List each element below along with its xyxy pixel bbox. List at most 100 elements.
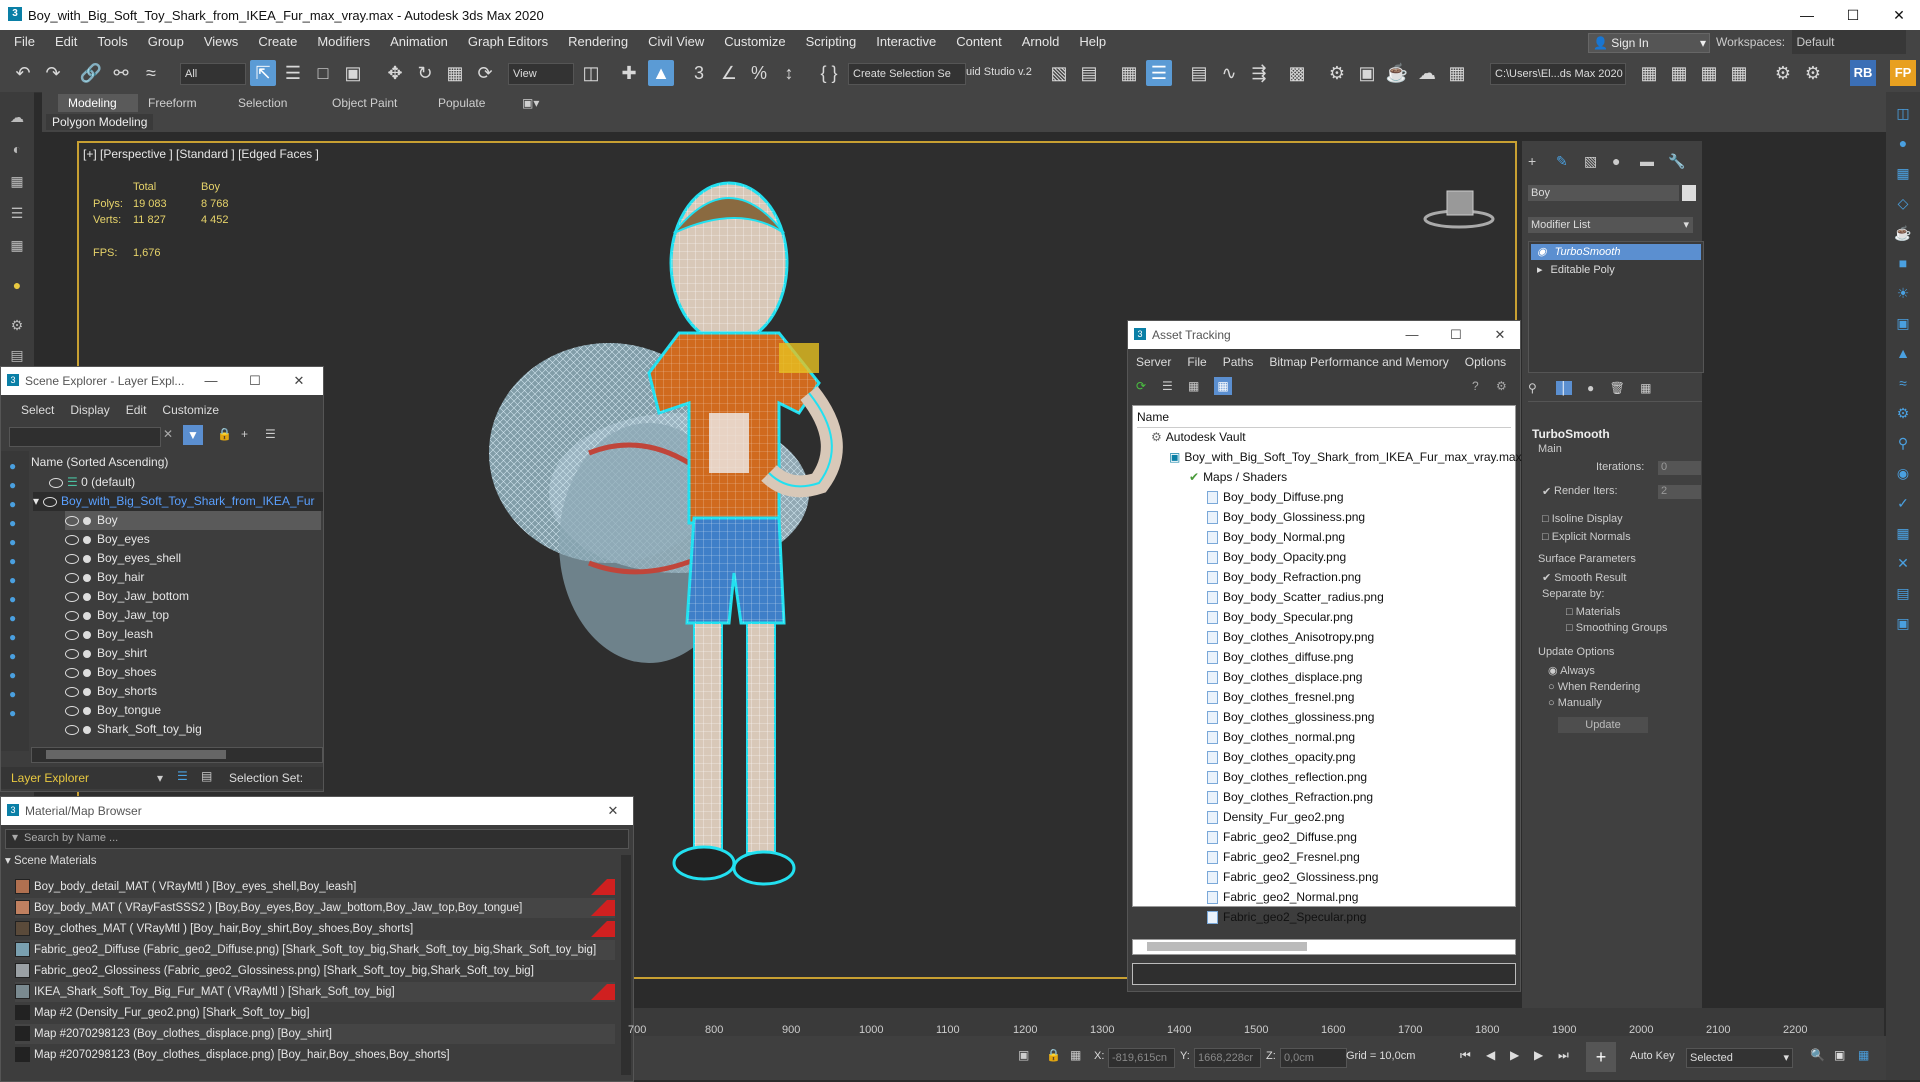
scrollbar-thumb[interactable] — [1147, 942, 1307, 951]
selection-filter-dropdown[interactable]: All — [180, 63, 246, 85]
minimize-icon[interactable]: — — [1400, 325, 1424, 345]
max-file-row[interactable]: ▣ Boy_with_Big_Soft_Toy_Shark_from_IKEA_F… — [1169, 448, 1522, 467]
map-file-row[interactable]: Boy_clothes_reflection.png — [1207, 768, 1367, 787]
update-button[interactable]: Update — [1558, 717, 1648, 733]
material-icon[interactable]: ◉ — [1892, 462, 1914, 484]
map-file-row[interactable]: Density_Fur_geo2.png — [1207, 808, 1344, 827]
spacewarp-icon[interactable]: ≈ — [1892, 372, 1914, 394]
menu-item-edit[interactable]: Edit — [45, 30, 87, 54]
layer-stack-icon[interactable]: ☰ — [265, 427, 276, 441]
map-file-row[interactable]: Boy_body_Scatter_radius.png — [1207, 588, 1384, 607]
scene-item[interactable]: Boy_shorts — [65, 682, 321, 701]
tab-selection[interactable]: Selection — [228, 94, 297, 112]
modifier-icon[interactable]: ✓ — [1892, 492, 1914, 514]
map-file-row[interactable]: Boy_body_Normal.png — [1207, 528, 1345, 547]
tab-populate[interactable]: Populate — [428, 94, 495, 112]
scene-item[interactable]: Boy_Jaw_top — [65, 606, 321, 625]
smooth-result-checkbox[interactable]: ✔ — [1542, 572, 1551, 584]
render-dot-icon[interactable] — [83, 630, 91, 639]
y-coordinate-field[interactable]: 1668,228cr — [1194, 1048, 1261, 1068]
render-production-icon[interactable]: ☕ — [1384, 60, 1410, 86]
eye-icon[interactable] — [65, 705, 79, 716]
map-file-row[interactable]: Boy_body_Diffuse.png — [1207, 488, 1344, 507]
zoom-icon[interactable]: 🔍 — [1810, 1048, 1825, 1062]
go-to-end-icon[interactable]: ⏭ — [1558, 1048, 1569, 1063]
settings-icon[interactable]: ⚙ — [1496, 379, 1507, 393]
keyboard-shortcut-override-icon[interactable]: ▲ — [648, 60, 674, 86]
zoom-extents-icon[interactable]: ▦ — [1858, 1048, 1869, 1062]
hierarchy-tab-icon[interactable]: ▧ — [1584, 153, 1597, 170]
collapse-arrow-icon[interactable]: ▾ — [5, 855, 11, 867]
selection-set-icon[interactable]: ▤ — [201, 769, 212, 783]
z-coordinate-field[interactable]: 0,0cm — [1280, 1048, 1347, 1068]
tab-freeform[interactable]: Freeform — [138, 94, 207, 112]
material-item[interactable]: Fabric_geo2_Diffuse (Fabric_geo2_Diffuse… — [15, 940, 615, 960]
material-item[interactable]: Map #2070298123 (Boy_clothes_displace.pn… — [15, 1045, 615, 1065]
lock-icon[interactable]: 🔒 — [217, 427, 232, 441]
close-icon[interactable]: ✕ — [1488, 325, 1512, 345]
box-icon[interactable]: ■ — [1892, 252, 1914, 274]
unlink-icon[interactable]: ⚯ — [108, 60, 134, 86]
view-cube-icon[interactable] — [1419, 177, 1499, 237]
toolbar-extra-icon-3[interactable]: ▦ — [1696, 60, 1722, 86]
menu-item-file[interactable]: File — [4, 30, 45, 54]
eye-icon[interactable] — [65, 553, 79, 564]
move-icon[interactable]: ✥ — [382, 60, 408, 86]
menu-item-modifiers[interactable]: Modifiers — [307, 30, 380, 54]
render-dot-icon[interactable] — [83, 611, 91, 620]
selection-lock-icon[interactable]: 🔒 — [1046, 1048, 1061, 1062]
spinner-snap-icon[interactable]: ↕ — [776, 60, 802, 86]
mirror-icon[interactable]: ▧ — [1046, 60, 1072, 86]
toolbar-extra-icon-2[interactable]: ▦ — [1666, 60, 1692, 86]
smoothing-groups-checkbox[interactable]: □ — [1566, 622, 1573, 634]
eye-icon[interactable] — [49, 477, 63, 488]
material-item[interactable]: Map #2 (Density_Fur_geo2.png) [Shark_Sof… — [15, 1003, 615, 1023]
curve-editor-icon[interactable]: ∿ — [1216, 60, 1242, 86]
map-file-row[interactable]: Boy_clothes_normal.png — [1207, 728, 1355, 747]
eye-icon[interactable] — [65, 591, 79, 602]
eye-icon[interactable] — [43, 496, 58, 507]
map-file-row[interactable]: Fabric_geo2_Specular.png — [1207, 908, 1366, 927]
link-icon[interactable]: 🔗 — [78, 60, 104, 86]
render-setup-icon[interactable]: ⚙ — [1324, 60, 1350, 86]
scene-item[interactable]: Boy_Jaw_bottom — [65, 587, 321, 606]
menu-bitmap-performance-and-memory[interactable]: Bitmap Performance and Memory — [1261, 351, 1456, 373]
column-header[interactable]: Name (Sorted Ascending) — [31, 453, 168, 472]
bind-spacewarp-icon[interactable]: ≈ — [138, 60, 164, 86]
map-file-row[interactable]: Boy_clothes_diffuse.png — [1207, 648, 1354, 667]
add-layer-icon[interactable]: + — [241, 427, 248, 441]
angle-snap-icon[interactable]: ∠ — [716, 60, 742, 86]
menu-item-customize[interactable]: Customize — [714, 30, 795, 54]
grid-view-icon[interactable]: ▦ — [1214, 377, 1232, 395]
select-manipulate-icon[interactable]: ✚ — [616, 60, 642, 86]
maximize-icon[interactable]: ☐ — [243, 371, 267, 391]
snaps-toggle-icon[interactable]: 3 — [686, 60, 712, 86]
list-view-icon[interactable]: ☰ — [1162, 379, 1173, 393]
map-file-row[interactable]: Fabric_geo2_Diffuse.png — [1207, 828, 1357, 847]
render-dot-icon[interactable] — [83, 687, 91, 696]
collapse-arrow-icon[interactable]: ▾ — [33, 494, 39, 508]
layers-toggle-icon[interactable]: ☰ — [177, 769, 188, 783]
always-radio[interactable]: ◉ — [1548, 665, 1558, 677]
toolbar-extra-icon-5[interactable]: ⚙ — [1770, 60, 1796, 86]
render-dot-icon[interactable] — [83, 668, 91, 677]
auto-key-button[interactable]: Auto Key — [1630, 1050, 1675, 1062]
maps-folder-row[interactable]: ✔ Maps / Shaders — [1189, 468, 1287, 487]
motion-tab-icon[interactable]: ● — [1612, 153, 1620, 169]
undo-icon[interactable]: ↶ — [10, 60, 36, 86]
object-type-filter-icons[interactable]: ● ● ● ● ● ● ● ● ● ● ● ● ● ● — [9, 457, 29, 723]
render-dot-icon[interactable] — [83, 554, 91, 563]
align-icon[interactable]: ▤ — [1076, 60, 1102, 86]
scene-states-icon[interactable]: ▣ — [1892, 612, 1914, 634]
render-dot-icon[interactable] — [83, 573, 91, 582]
rb-icon[interactable]: RB — [1850, 60, 1876, 86]
a360-gallery-icon[interactable]: ▦ — [1444, 60, 1470, 86]
menu-item-graph-editors[interactable]: Graph Editors — [458, 30, 558, 54]
eye-icon[interactable] — [65, 629, 79, 640]
table-view-icon[interactable]: ▦ — [1188, 379, 1199, 393]
absolute-mode-icon[interactable]: ▦ — [1070, 1048, 1081, 1062]
map-file-row[interactable]: Fabric_geo2_Glossiness.png — [1207, 868, 1378, 887]
reference-coordinate-dropdown[interactable]: View — [508, 63, 574, 85]
map-file-row[interactable]: Fabric_geo2_Normal.png — [1207, 888, 1358, 907]
expand-arrow-icon[interactable]: ▸ — [1537, 264, 1543, 276]
